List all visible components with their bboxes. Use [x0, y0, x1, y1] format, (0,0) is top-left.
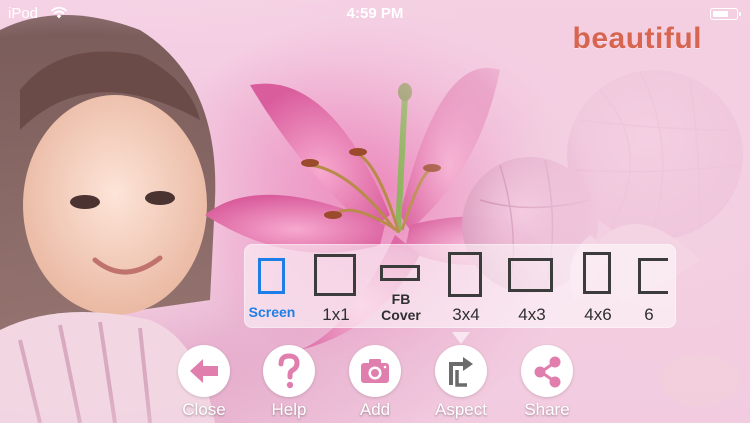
aspect-option-4x6[interactable]: 4x6 — [572, 244, 624, 328]
battery-icon — [710, 8, 741, 20]
partial-frame-icon — [638, 258, 668, 294]
question-icon — [263, 345, 315, 397]
help-label: Help — [271, 400, 307, 419]
aspect-arrow-icon — [435, 345, 487, 397]
bottom-toolbar: Close Help Add Aspect Share — [0, 345, 750, 423]
portrait-3x4-frame-icon — [448, 252, 482, 297]
status-bar: iPod 4:59 PM — [0, 0, 750, 28]
aspect-button[interactable]: Aspect — [421, 345, 501, 423]
add-label: Add — [359, 400, 391, 419]
square-frame-icon — [314, 254, 356, 296]
aspect-label: Aspect — [435, 400, 487, 419]
camera-icon — [349, 345, 401, 397]
help-button[interactable]: Help — [249, 345, 329, 423]
aspect-ratio-panel: Screen 1x1 FB Cover 3x4 4x3 4x6 6 — [244, 244, 676, 328]
aspect-option-1x1[interactable]: 1x1 — [310, 244, 362, 328]
share-button[interactable]: Share — [507, 345, 587, 423]
portrait-4x6-frame-icon — [583, 252, 611, 294]
aspect-option-fb-cover[interactable]: FB Cover — [376, 244, 426, 328]
close-button[interactable]: Close — [164, 345, 244, 423]
aspect-option-label-line1: FB — [391, 291, 411, 307]
clock: 4:59 PM — [346, 5, 404, 22]
share-icon — [521, 345, 573, 397]
landscape-4x3-frame-icon — [508, 258, 553, 292]
aspect-option-3x4[interactable]: 3x4 — [440, 244, 492, 328]
panel-pointer — [452, 332, 470, 344]
fb-cover-frame-icon — [380, 265, 420, 281]
aspect-option-label: 6 — [644, 305, 654, 324]
aspect-option-4x3[interactable]: 4x3 — [506, 244, 558, 328]
aspect-option-6[interactable]: 6 — [634, 244, 676, 328]
screen-frame-icon — [258, 258, 285, 294]
add-button[interactable]: Add — [335, 345, 415, 423]
back-arrow-icon — [178, 345, 230, 397]
share-label: Share — [524, 400, 570, 419]
